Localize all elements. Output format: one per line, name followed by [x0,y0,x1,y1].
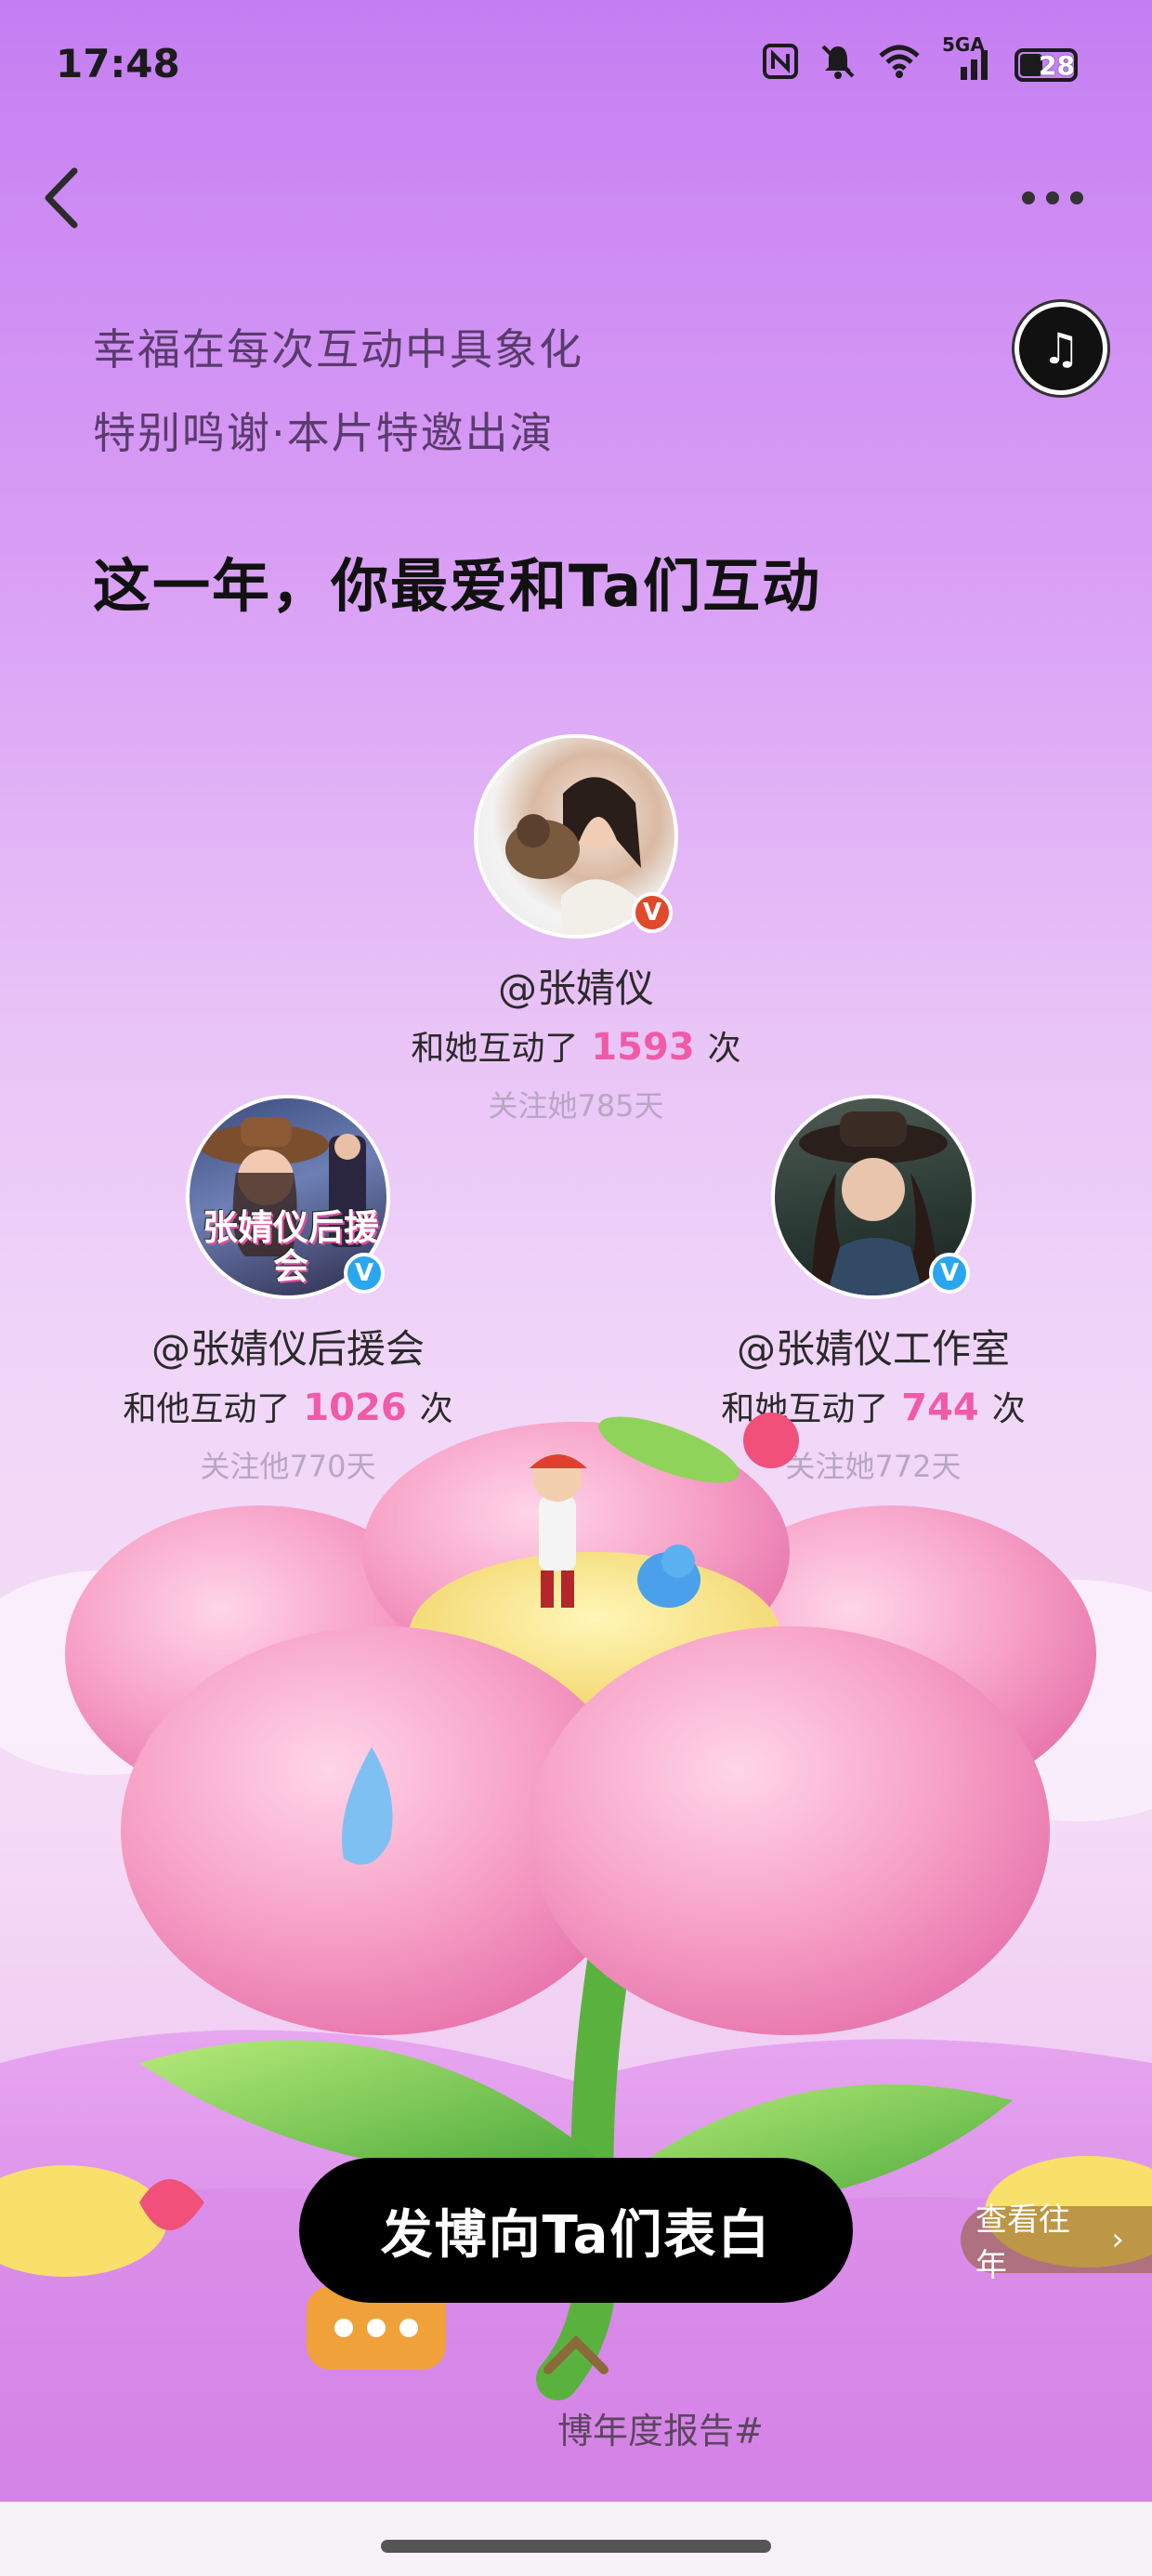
confess-post-button[interactable]: 发博向Ta们表白 [299,2158,853,2303]
nfc-icon [762,43,799,86]
person-card-1[interactable]: V @张婧仪 和她互动了 1593 次 关注她785天 [390,734,762,1125]
battery-icon: 28 [1015,47,1078,82]
hashtag-text[interactable]: 博年度报告# [557,2402,764,2453]
verified-badge: V [929,1253,970,1294]
avatar[interactable]: V [474,734,678,939]
status-time: 17:48 [56,41,180,86]
person-name[interactable]: @张婧仪 [390,957,762,1014]
view-past-years-button[interactable]: 查看往年 › [961,2201,1152,2284]
status-bar: 17:48 5GA 28 [0,0,1152,139]
chevron-left-icon [45,167,78,229]
verified-badge: V [632,892,673,933]
flower-illustration [0,1413,1152,2576]
interaction-number: 1593 [591,1026,695,1069]
chevron-right-icon: › [1111,2221,1124,2258]
more-dots-icon [1022,191,1035,204]
page-title: 这一年，你最爱和Ta们互动 [93,552,822,620]
music-note-icon: ♫ [1041,323,1080,374]
home-indicator[interactable] [381,2540,771,2553]
wifi-icon [877,43,922,86]
mute-icon [819,43,857,86]
view-past-label: 查看往年 [975,2201,1070,2284]
header-line-1: 幸福在每次互动中具象化 [93,324,583,375]
more-button[interactable] [1022,184,1096,212]
battery-level: 28 [1039,49,1075,81]
interaction-count: 和她互动了 1593 次 [390,1021,762,1070]
back-button[interactable] [37,165,93,230]
person-name[interactable]: @张婧仪工作室 [687,1318,1059,1374]
interaction-prefix: 和她互动了 [411,1030,579,1068]
person-name[interactable]: @张婧仪后援会 [102,1318,474,1374]
status-icons: 5GA 28 [762,35,1078,88]
network-label: 5GA [942,33,985,56]
avatar[interactable]: 张婧仪后援会 V [186,1095,390,1299]
music-button[interactable]: ♫ [1015,302,1107,395]
avatar[interactable]: V [771,1095,975,1299]
signal-5ga-icon: 5GA [942,35,994,88]
header-line-2: 特别鸣谢·本片特邀出演 [93,408,555,458]
verified-badge: V [344,1253,385,1294]
interaction-suffix: 次 [707,1030,741,1068]
